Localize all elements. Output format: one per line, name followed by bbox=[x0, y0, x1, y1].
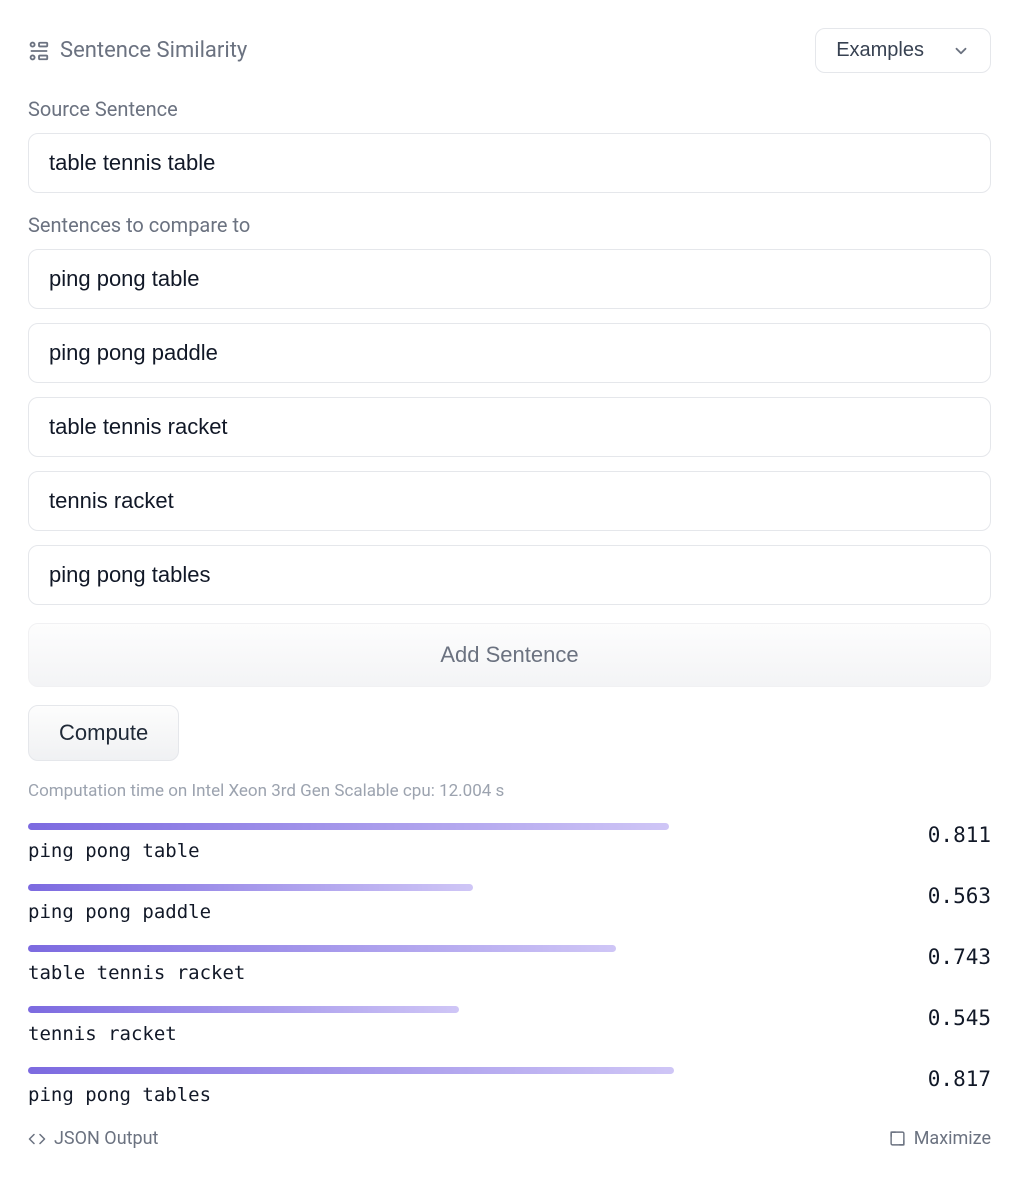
result-row: ping pong tables 0.817 bbox=[28, 1067, 991, 1106]
json-output-label: JSON Output bbox=[54, 1128, 158, 1149]
add-sentence-button[interactable]: Add Sentence bbox=[28, 623, 991, 687]
score-bar bbox=[28, 823, 897, 830]
source-sentence-label: Source Sentence bbox=[28, 97, 991, 121]
code-icon bbox=[28, 1130, 46, 1148]
score-bar bbox=[28, 1067, 897, 1074]
result-score: 0.563 bbox=[921, 884, 991, 908]
result-label: ping pong tables bbox=[28, 1084, 897, 1106]
compare-sentence-input[interactable] bbox=[28, 397, 991, 457]
result-row: tennis racket 0.545 bbox=[28, 1006, 991, 1045]
examples-dropdown[interactable]: Examples bbox=[815, 28, 991, 73]
result-score: 0.811 bbox=[921, 823, 991, 847]
json-output-button[interactable]: JSON Output bbox=[28, 1128, 158, 1149]
score-bar bbox=[28, 945, 897, 952]
maximize-icon bbox=[889, 1130, 906, 1147]
results-list: ping pong table 0.811 ping pong paddle 0.56… bbox=[28, 823, 991, 1106]
compare-sentence-input[interactable] bbox=[28, 323, 991, 383]
maximize-button[interactable]: Maximize bbox=[889, 1128, 991, 1149]
computation-time-text: Computation time on Intel Xeon 3rd Gen S… bbox=[28, 781, 991, 801]
result-score: 0.743 bbox=[921, 945, 991, 969]
page-title-text: Sentence Similarity bbox=[60, 38, 247, 63]
compare-sentence-input[interactable] bbox=[28, 545, 991, 605]
compare-sentence-input[interactable] bbox=[28, 249, 991, 309]
score-bar bbox=[28, 1006, 897, 1013]
source-sentence-input[interactable] bbox=[28, 133, 991, 193]
result-score: 0.545 bbox=[921, 1006, 991, 1030]
result-row: ping pong table 0.811 bbox=[28, 823, 991, 862]
sentence-similarity-icon bbox=[28, 40, 50, 62]
result-row: ping pong paddle 0.563 bbox=[28, 884, 991, 923]
page-title: Sentence Similarity bbox=[28, 38, 247, 63]
result-row: table tennis racket 0.743 bbox=[28, 945, 991, 984]
maximize-label: Maximize bbox=[914, 1128, 991, 1149]
result-label: ping pong paddle bbox=[28, 901, 897, 923]
score-bar bbox=[28, 884, 897, 891]
result-score: 0.817 bbox=[921, 1067, 991, 1091]
compare-sentence-input[interactable] bbox=[28, 471, 991, 531]
examples-label: Examples bbox=[836, 39, 924, 62]
result-label: table tennis racket bbox=[28, 962, 897, 984]
compare-sentences-label: Sentences to compare to bbox=[28, 213, 991, 237]
result-label: tennis racket bbox=[28, 1023, 897, 1045]
compute-button[interactable]: Compute bbox=[28, 705, 179, 761]
result-label: ping pong table bbox=[28, 840, 897, 862]
chevron-down-icon bbox=[952, 42, 970, 60]
